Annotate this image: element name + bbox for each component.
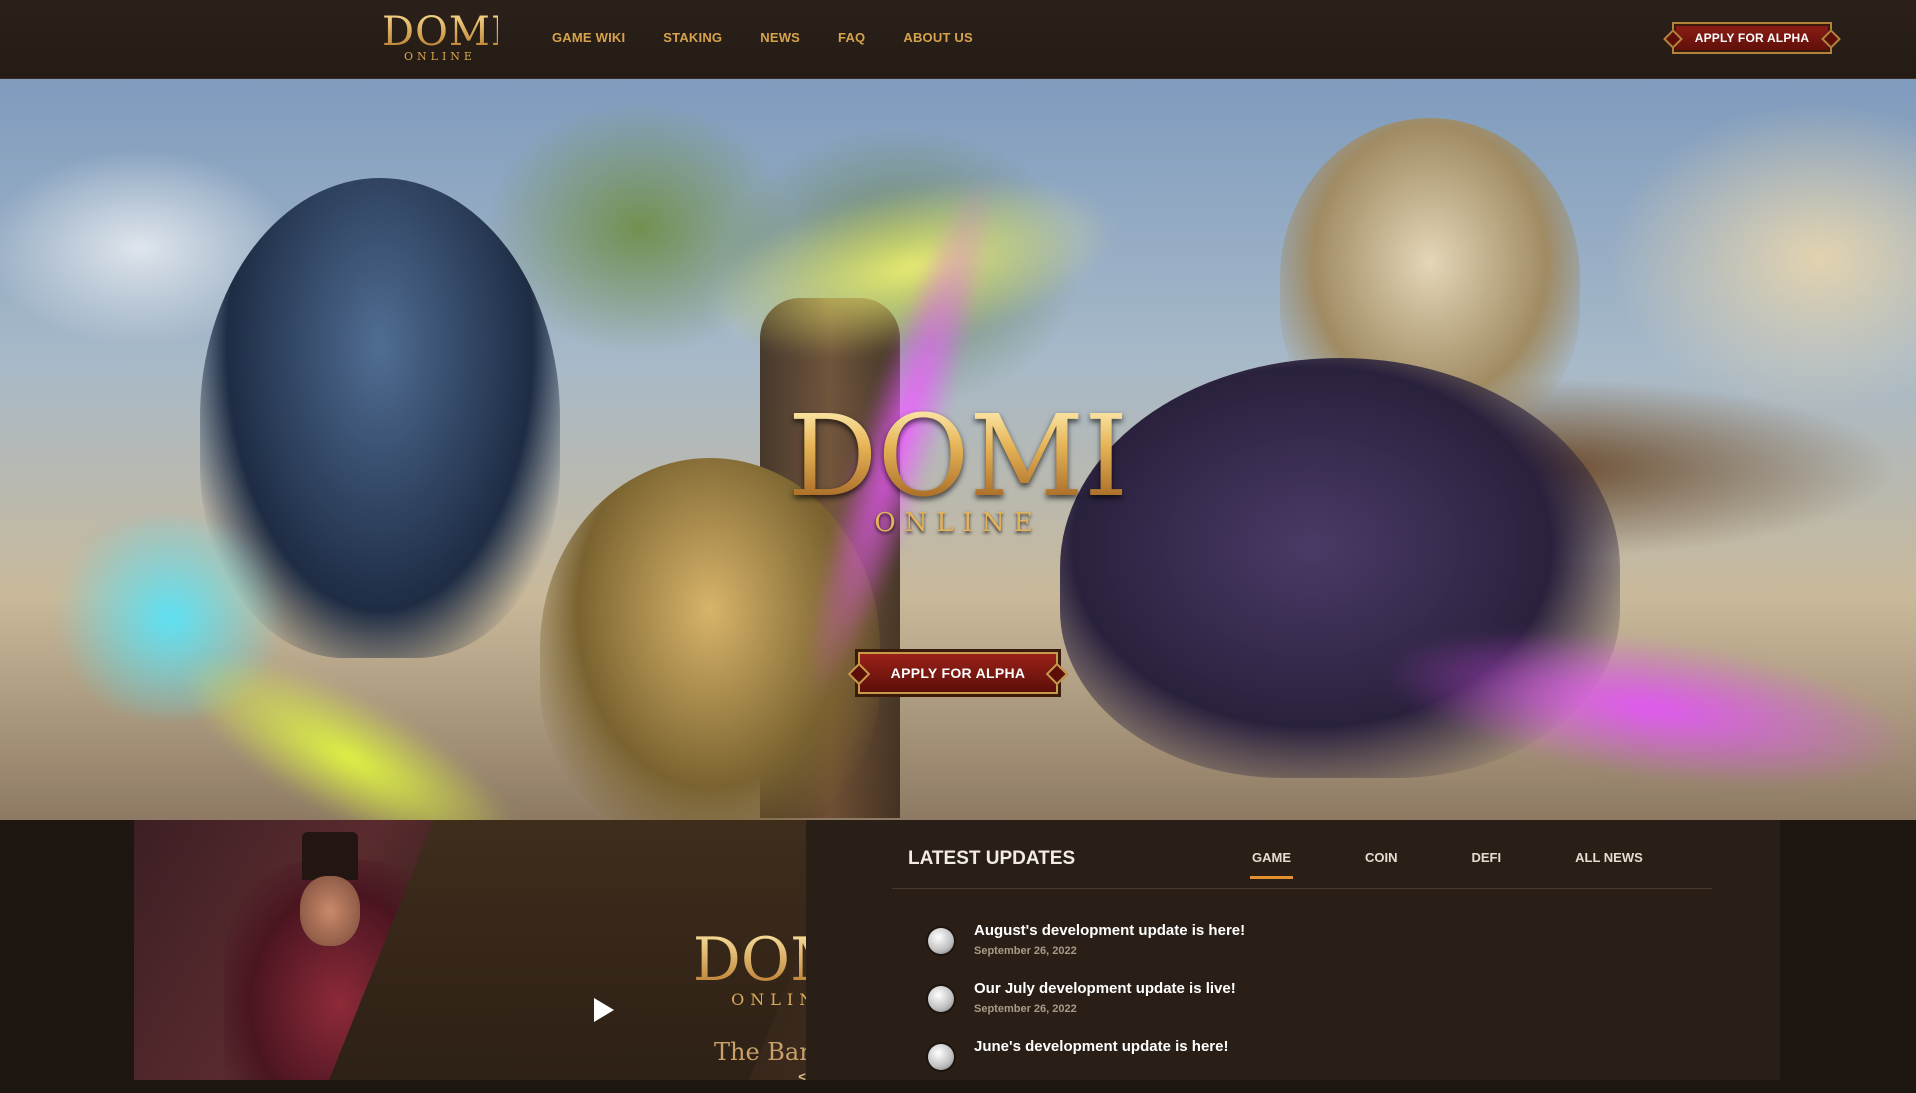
tab-game[interactable]: GAME: [1250, 850, 1293, 879]
news-item-date: September 26, 2022: [974, 1003, 1077, 1015]
content-panel: DOMI ONLINE The Bard of < > LATEST UPDAT…: [134, 820, 1780, 1080]
nav-news[interactable]: NEWS: [760, 30, 800, 45]
top-navigation-bar: DOMI ONLINE GAME WIKI STAKING NEWS FAQ A…: [0, 0, 1916, 79]
play-icon[interactable]: [594, 998, 614, 1022]
hero-logo: DOMI ONLINE: [782, 401, 1134, 538]
video-character-face: [300, 876, 360, 946]
news-item-title: June's development update is here!: [974, 1038, 1229, 1055]
video-character-hat: [302, 832, 358, 880]
nav-faq[interactable]: FAQ: [838, 30, 865, 45]
latest-updates-title: LATEST UPDATES: [908, 848, 1076, 869]
news-item-title: August's development update is here!: [974, 922, 1246, 939]
main-nav: GAME WIKI STAKING NEWS FAQ ABOUT US: [552, 30, 973, 45]
tab-coin[interactable]: COIN: [1365, 850, 1398, 879]
video-carousel-controls: < >: [784, 1066, 806, 1080]
updates-divider: [892, 888, 1712, 889]
video-caption: The Bard of: [714, 1038, 806, 1066]
news-item[interactable]: June's development update is here!: [928, 1038, 1245, 1070]
nav-game-wiki[interactable]: GAME WIKI: [552, 30, 625, 45]
hero-logo-word: DOMI: [782, 401, 1134, 513]
latest-updates: LATEST UPDATES GAME COIN DEFI ALL NEWS A…: [882, 820, 1722, 1080]
carousel-prev-button[interactable]: <: [784, 1066, 806, 1080]
video-logo-word: DOMI: [674, 930, 806, 990]
news-item[interactable]: Our July development update is live! Sep…: [928, 980, 1245, 1015]
nav-staking[interactable]: STAKING: [663, 30, 722, 45]
news-item-title: Our July development update is live!: [974, 980, 1236, 997]
nav-about-us[interactable]: ABOUT US: [903, 30, 973, 45]
site-logo[interactable]: DOMI ONLINE: [382, 9, 508, 64]
news-list: August's development update is here! Sep…: [928, 922, 1245, 1093]
coin-icon: [928, 986, 954, 1012]
hero-art-purple-sword: [1372, 601, 1916, 815]
hero-banner: DOMI ONLINE APPLY FOR ALPHA: [0, 78, 1916, 820]
site-logo-word: DOMI: [382, 9, 508, 55]
video-thumbnail[interactable]: DOMI ONLINE The Bard of < >: [134, 820, 806, 1080]
news-item[interactable]: August's development update is here! Sep…: [928, 922, 1245, 957]
header-apply-for-alpha-button[interactable]: APPLY FOR ALPHA: [1672, 22, 1832, 54]
potion-icon: [928, 928, 954, 954]
coin-icon: [928, 1044, 954, 1070]
tab-defi[interactable]: DEFI: [1472, 850, 1502, 879]
news-item-date: September 26, 2022: [974, 945, 1077, 957]
hero-apply-for-alpha-button[interactable]: APPLY FOR ALPHA: [858, 652, 1058, 694]
updates-tabs: GAME COIN DEFI ALL NEWS: [1250, 850, 1717, 879]
video-logo: DOMI ONLINE: [674, 930, 806, 1009]
tab-all-news[interactable]: ALL NEWS: [1575, 850, 1643, 879]
